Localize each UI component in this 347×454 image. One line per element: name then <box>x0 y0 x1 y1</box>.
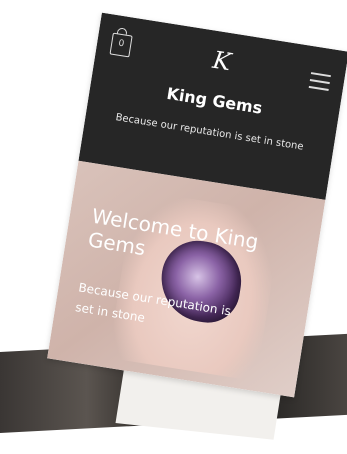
cart-icon[interactable]: 0 <box>109 32 133 58</box>
phone-screenshot: 0 K King Gems Because our reputation is … <box>47 12 347 398</box>
logo[interactable]: K <box>206 45 238 77</box>
hamburger-menu-icon[interactable] <box>308 72 331 92</box>
hero-section: Welcome to King Gems Because our reputat… <box>47 160 326 398</box>
cart-count: 0 <box>117 38 125 50</box>
